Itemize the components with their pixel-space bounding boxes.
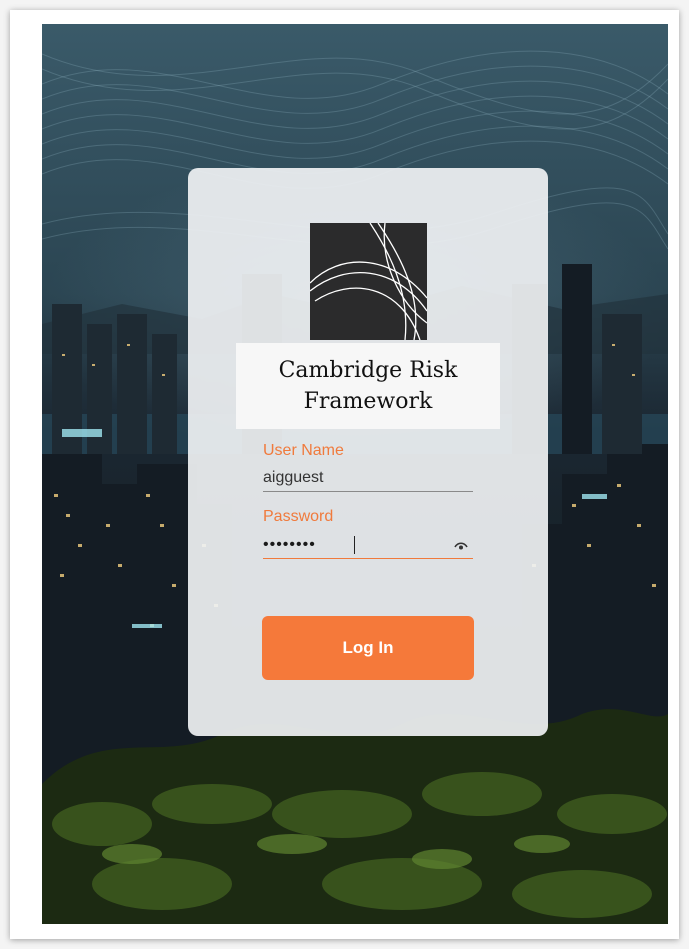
login-card: Cambridge Risk Framework User Name Passw… xyxy=(188,168,548,736)
city-night-background: Cambridge Risk Framework User Name Passw… xyxy=(42,24,668,924)
logo-curves xyxy=(310,223,427,340)
eye-icon[interactable] xyxy=(454,541,468,551)
text-cursor xyxy=(354,536,355,554)
abstract-curves-logo-icon xyxy=(310,223,427,340)
brand-title: Cambridge Risk Framework xyxy=(278,358,458,414)
eye-glyph xyxy=(454,542,468,550)
screenshot-frame: Cambridge Risk Framework User Name Passw… xyxy=(10,10,679,939)
login-button[interactable]: Log In xyxy=(262,616,474,680)
brand-panel: Cambridge Risk Framework xyxy=(236,343,500,429)
password-input[interactable] xyxy=(263,532,473,559)
password-label: Password xyxy=(263,508,334,525)
username-input[interactable] xyxy=(263,465,473,492)
username-label: User Name xyxy=(263,442,344,459)
